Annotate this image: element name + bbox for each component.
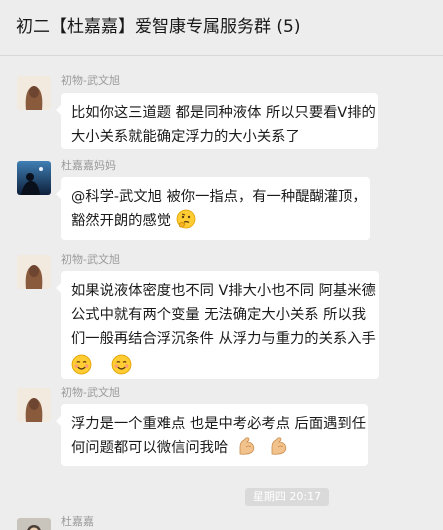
smiling-face-emoji (71, 354, 92, 383)
message-text-line: 公式中就有两个变量 无法确定大小关系 所以我 (71, 307, 367, 323)
message-text-line: 豁然开朗的感觉 (71, 209, 360, 233)
message-text: 何问题都可以微信问我哈 (71, 440, 229, 456)
timestamp-divider: 星期四 20:17 (245, 488, 329, 506)
flexed-biceps-emoji (269, 436, 289, 464)
long-hair-girl-avatar[interactable] (17, 255, 51, 289)
message-bubble[interactable]: @科学-武文旭 被你一指点，有一种醍醐灌顶， 豁然开朗的感觉 (56, 177, 370, 240)
message-text-line: 们一般再结合浮沉条件 从浮力与重力的关系入手 (71, 331, 376, 347)
message-bubble[interactable]: 如果说液体密度也不同 V排大小也不同 阿基米德 公式中就有两个变量 无法确定大小… (56, 271, 379, 379)
message-text: 豁然开朗的感觉 (71, 213, 172, 229)
message-text-line: 如果说液体密度也不同 V排大小也不同 阿基米德 (71, 283, 376, 299)
flexed-biceps-emoji (237, 436, 257, 464)
thinking-face-emoji (176, 209, 196, 237)
message-text-line: 浮力是一个重难点 也是中考必考点 后面遇到任 (71, 416, 367, 432)
night-sky-person-avatar[interactable] (17, 161, 51, 195)
sender-name: 杜嘉嘉 (61, 515, 94, 528)
person-avatar[interactable] (17, 518, 51, 530)
message-text-line: @科学-武文旭 被你一指点，有一种醍醐灌顶， (71, 189, 367, 205)
message-text-line: 比如你这三道题 都是同种液体 所以只要看V排的 (71, 105, 376, 121)
long-hair-girl-avatar[interactable] (17, 76, 51, 110)
sender-name: 初物-武文旭 (61, 253, 120, 266)
message-bubble[interactable]: 浮力是一个重难点 也是中考必考点 后面遇到任 何问题都可以微信问我哈 (56, 404, 368, 466)
sender-name: 杜嘉嘉妈妈 (61, 159, 116, 172)
chat-header: 初二【杜嘉嘉】爱智康专属服务群 (5) (0, 0, 443, 56)
group-chat-title[interactable]: 初二【杜嘉嘉】爱智康专属服务群 (5) (16, 15, 300, 39)
emoji-line (71, 351, 369, 375)
sender-name: 初物-武文旭 (61, 74, 120, 87)
sender-name: 初物-武文旭 (61, 386, 120, 399)
smiling-face-emoji (111, 354, 132, 383)
long-hair-girl-avatar[interactable] (17, 388, 51, 422)
message-text-line: 大小关系就能确定浮力的大小关系了 (71, 129, 300, 145)
message-text-line: 何问题都可以微信问我哈 (71, 436, 358, 460)
message-bubble[interactable]: 比如你这三道题 都是同种液体 所以只要看V排的 大小关系就能确定浮力的大小关系了 (56, 93, 378, 149)
